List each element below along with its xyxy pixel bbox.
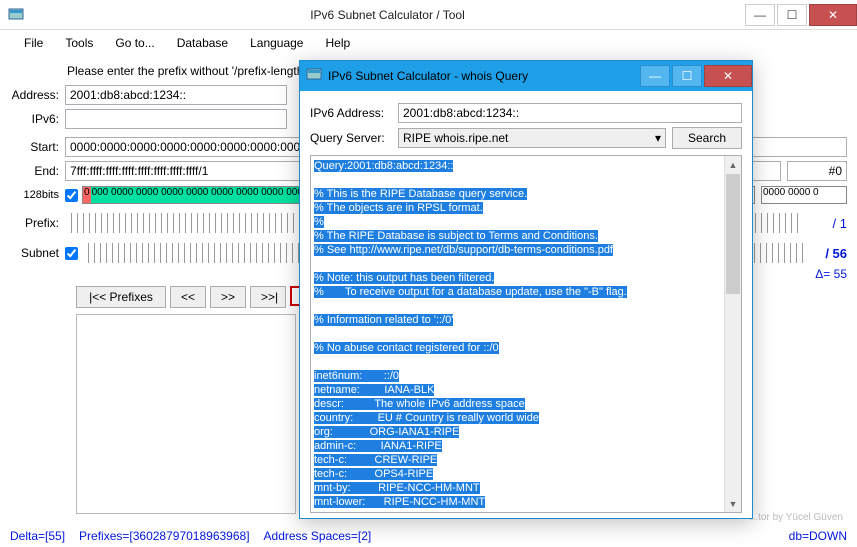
status-prefixes: Prefixes=[36028797018963968] (79, 529, 249, 543)
scroll-up-icon[interactable]: ▲ (725, 156, 741, 173)
scroll-down-icon[interactable]: ▼ (725, 495, 741, 512)
result-line: % To receive output for a database updat… (314, 285, 738, 299)
result-line: % See http://www.ripe.net/db/support/db-… (314, 243, 738, 257)
popup-label-address: IPv6 Address: (310, 106, 392, 120)
result-line: tech-c: CREW-RIPE (314, 453, 738, 467)
result-line: % This is the RIPE Database query servic… (314, 187, 738, 201)
bit-display-right: 0000 0000 0 (761, 186, 847, 204)
label-address: Address: (10, 88, 65, 102)
menu-goto[interactable]: Go to... (105, 34, 164, 52)
label-end: End: (10, 164, 65, 178)
result-line: % No abuse contact registered for ::/0 (314, 341, 738, 355)
popup-server-value: RIPE whois.ripe.net (403, 131, 508, 145)
statusbar: Delta=[55] Prefixes=[36028797018963968] … (10, 529, 847, 543)
maximize-button[interactable]: ☐ (777, 4, 807, 26)
result-line: % The RIPE Database is subject to Terms … (314, 229, 738, 243)
bit-green: 000 0000 0000 0000 0000 0000 0000 0000 0… (91, 187, 304, 203)
menu-file[interactable]: File (14, 34, 53, 52)
popup-address-input[interactable] (398, 103, 742, 123)
status-delta: Delta=[55] (10, 529, 65, 543)
menubar: File Tools Go to... Database Language He… (0, 30, 857, 56)
subnet-checkbox[interactable] (65, 247, 78, 260)
result-line: % Information related to '::/0' (314, 313, 738, 327)
end-index[interactable] (787, 161, 847, 181)
result-line: inet6num: ::/0 (314, 369, 738, 383)
label-128bits: 128bits (10, 189, 65, 201)
prefix-list-pane[interactable] (76, 314, 296, 514)
whois-results[interactable]: Query:2001:db8:abcd:1234:: % This is the… (310, 155, 742, 513)
menu-help[interactable]: Help (315, 34, 360, 52)
window-title: IPv6 Subnet Calculator / Tool (32, 8, 743, 22)
bit-right-text: 0000 0000 0 (762, 187, 820, 203)
label-start: Start: (10, 140, 65, 154)
popup-maximize-button[interactable]: ☐ (672, 65, 702, 87)
bits-checkbox[interactable] (65, 189, 78, 202)
footer-credit: ...tor by Yücel Güven (750, 512, 843, 523)
main-titlebar: IPv6 Subnet Calculator / Tool — ☐ ✕ (0, 0, 857, 30)
popup-close-button[interactable]: ✕ (704, 65, 752, 87)
ipv6-input[interactable] (65, 109, 287, 129)
status-spaces: Address Spaces=[2] (264, 529, 372, 543)
result-line: org: ORG-IANA1-RIPE (314, 425, 738, 439)
nav-first-button[interactable]: |<< Prefixes (76, 286, 166, 308)
results-scrollbar[interactable]: ▲ ▼ (724, 156, 741, 512)
result-line (314, 327, 738, 341)
result-line (314, 257, 738, 271)
delta-value: Δ= 55 (805, 267, 847, 281)
bit-red: 0 (83, 187, 91, 203)
popup-title: IPv6 Subnet Calculator - whois Query (328, 69, 638, 83)
subnet-value: / 56 (809, 246, 847, 261)
nav-next-button[interactable]: >> (210, 286, 246, 308)
popup-label-server: Query Server: (310, 131, 392, 145)
address-input[interactable] (65, 85, 287, 105)
menu-language[interactable]: Language (240, 34, 313, 52)
result-line: admin-c: IANA1-RIPE (314, 439, 738, 453)
nav-prev-button[interactable]: << (170, 286, 206, 308)
result-line (314, 173, 738, 187)
chevron-down-icon: ▾ (655, 131, 661, 145)
result-line: mnt-by: RIPE-NCC-HM-MNT (314, 481, 738, 495)
result-line: descr: The whole IPv6 address space (314, 397, 738, 411)
result-line (314, 299, 738, 313)
nav-last-button[interactable]: >>| (250, 286, 286, 308)
popup-titlebar: IPv6 Subnet Calculator - whois Query — ☐… (300, 61, 752, 91)
label-prefix: Prefix: (10, 216, 65, 230)
label-ipv6: IPv6: (10, 112, 65, 126)
scroll-thumb[interactable] (726, 174, 740, 294)
menu-tools[interactable]: Tools (55, 34, 103, 52)
prefix-value: / 1 (809, 216, 847, 231)
hint-text: Please enter the prefix without '/prefix… (65, 64, 306, 78)
result-line: country: EU # Country is really world wi… (314, 411, 738, 425)
popup-minimize-button[interactable]: — (640, 65, 670, 87)
result-line: Query:2001:db8:abcd:1234:: (314, 159, 738, 173)
status-db: db=DOWN (789, 529, 847, 543)
result-line: mnt-lower: RIPE-NCC-HM-MNT (314, 495, 738, 509)
result-line: % Note: this output has been filtered. (314, 271, 738, 285)
result-line: netname: IANA-BLK (314, 383, 738, 397)
popup-search-button[interactable]: Search (672, 127, 742, 149)
result-line: tech-c: OPS4-RIPE (314, 467, 738, 481)
close-button[interactable]: ✕ (809, 4, 857, 26)
popup-app-icon (306, 67, 322, 86)
menu-database[interactable]: Database (167, 34, 238, 52)
result-line (314, 355, 738, 369)
result-line: % The objects are in RPSL format. (314, 201, 738, 215)
popup-server-select[interactable]: RIPE whois.ripe.net ▾ (398, 128, 666, 148)
result-line: % (314, 215, 738, 229)
app-icon (6, 5, 26, 25)
label-subnet: Subnet (10, 246, 65, 260)
whois-popup: IPv6 Subnet Calculator - whois Query — ☐… (299, 60, 753, 519)
minimize-button[interactable]: — (745, 4, 775, 26)
